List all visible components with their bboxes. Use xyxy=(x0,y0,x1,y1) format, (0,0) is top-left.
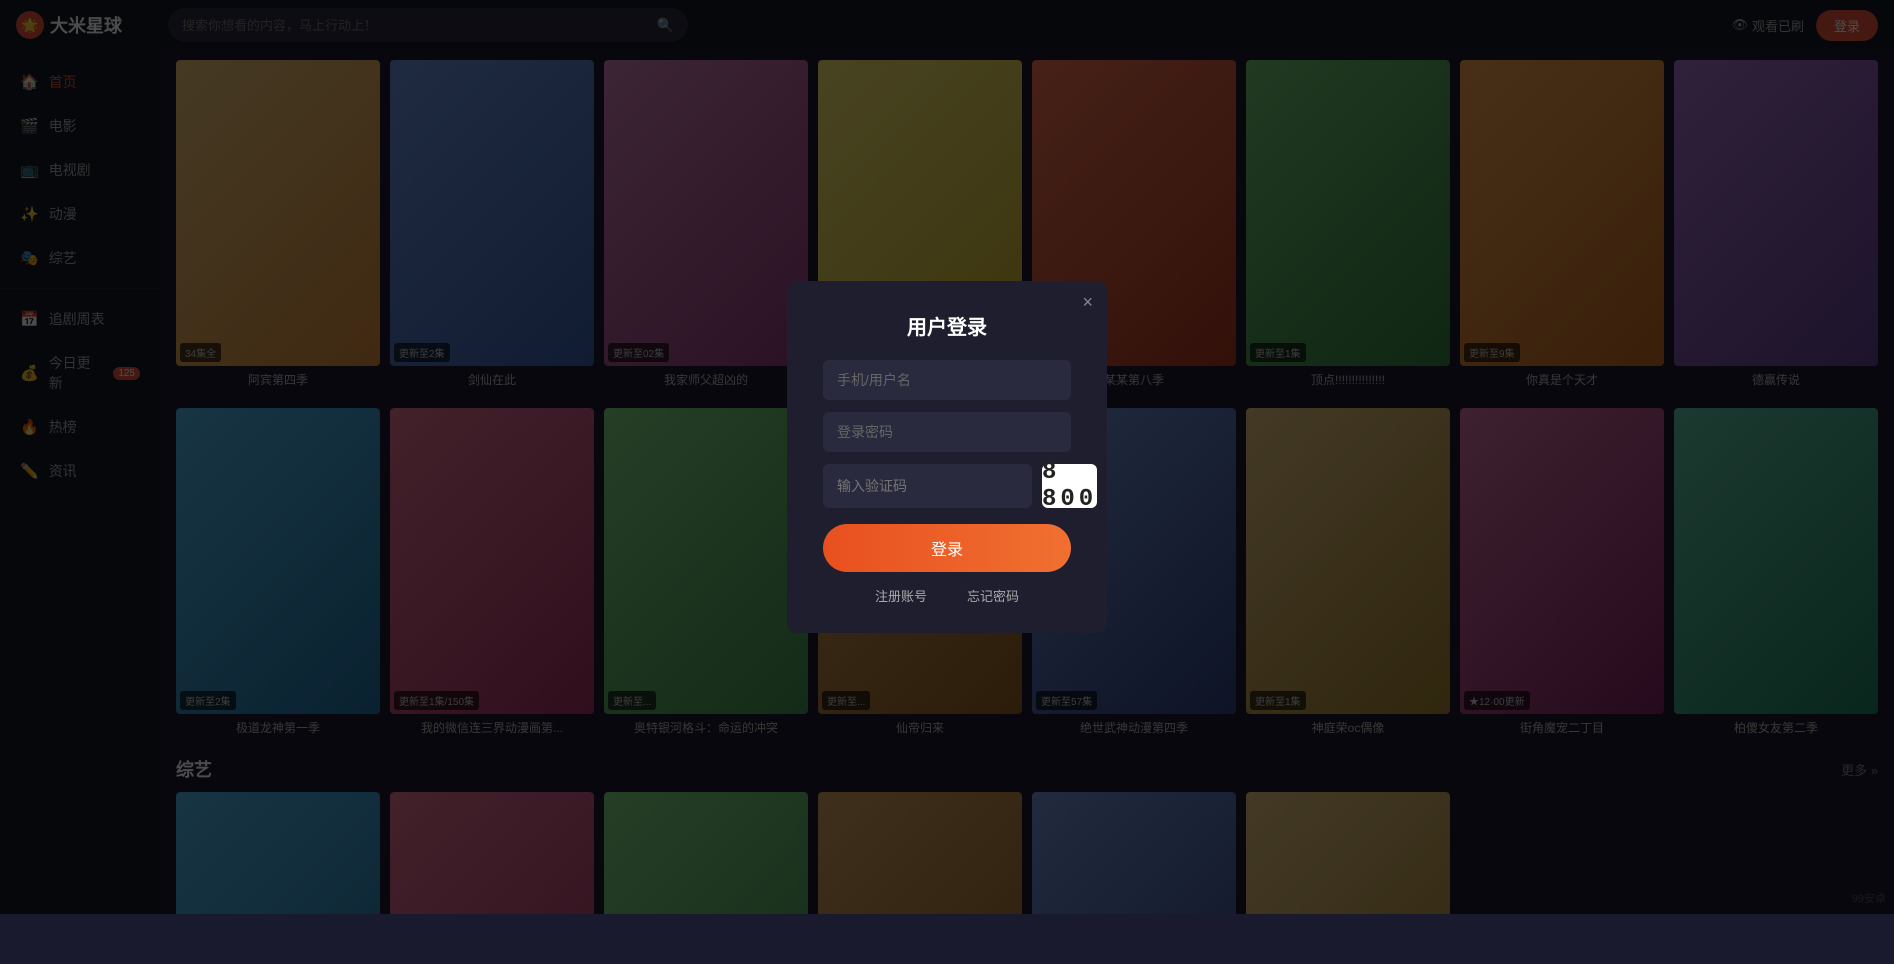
register-link[interactable]: 注册账号 xyxy=(875,586,927,605)
modal-overlay[interactable]: × 用户登录 8 800 登录 注册账号 忘记密码 xyxy=(0,0,1894,914)
modal-footer: 注册账号 忘记密码 xyxy=(823,586,1071,605)
password-input[interactable] xyxy=(823,412,1071,452)
captcha-row: 8 800 xyxy=(823,464,1071,508)
modal-close-button[interactable]: × xyxy=(1082,293,1093,311)
login-modal: × 用户登录 8 800 登录 注册账号 忘记密码 xyxy=(787,281,1107,633)
modal-title: 用户登录 xyxy=(823,311,1071,340)
captcha-image[interactable]: 8 800 xyxy=(1042,464,1097,508)
username-input[interactable] xyxy=(823,360,1071,400)
login-submit-button[interactable]: 登录 xyxy=(823,524,1071,572)
forgot-password-link[interactable]: 忘记密码 xyxy=(967,586,1019,605)
captcha-input[interactable] xyxy=(823,464,1032,508)
